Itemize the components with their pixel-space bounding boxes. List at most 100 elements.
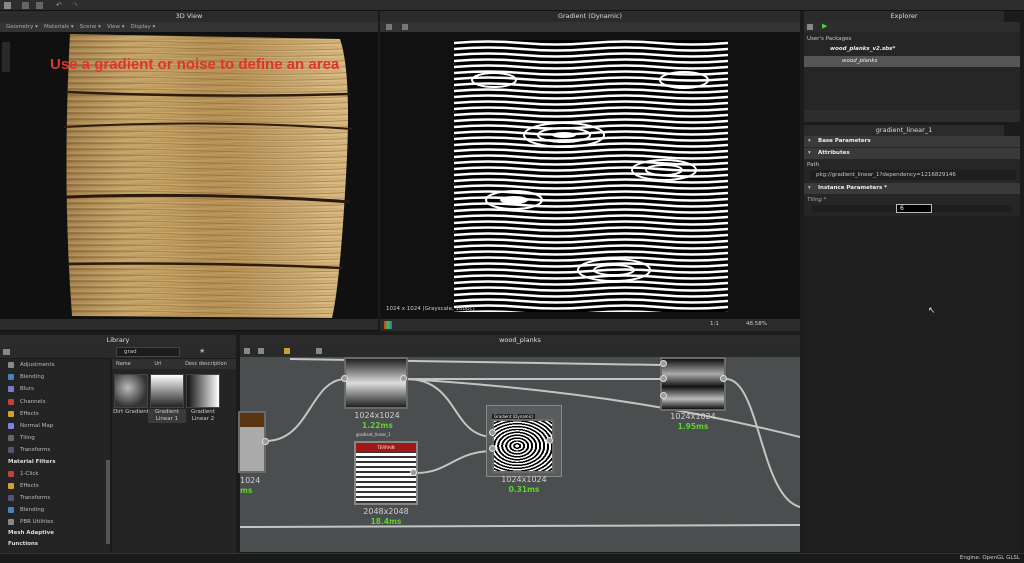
lib-filter-pbr-utilities[interactable]: PBR Utilities xyxy=(0,516,110,528)
view2d-tool-icon[interactable] xyxy=(402,24,408,30)
explorer-toolbar: ▶ xyxy=(804,22,1020,32)
graph-tool-icon[interactable] xyxy=(244,348,250,354)
tile-gradient-linear-1[interactable] xyxy=(150,374,184,408)
lib-item-transforms[interactable]: Transforms xyxy=(0,444,110,456)
menu-view[interactable]: View ▾ xyxy=(107,24,125,30)
tiling-slider[interactable]: 6 xyxy=(812,204,1012,213)
library-toolbar: grad ★ xyxy=(0,346,236,358)
tile-label: Gradient Linear 1 xyxy=(148,409,186,423)
undo-icon[interactable]: ↶ xyxy=(56,1,62,9)
one-click-icon xyxy=(8,470,14,477)
lib-item-channels[interactable]: Channels xyxy=(0,396,110,408)
node-output-port[interactable] xyxy=(720,375,727,382)
menu-scene[interactable]: Scene ▾ xyxy=(80,24,101,30)
node-output-port[interactable] xyxy=(262,438,269,445)
view3d-tools xyxy=(2,42,10,72)
tiling-value: 6 xyxy=(900,205,904,212)
node-gradient-dynamic[interactable] xyxy=(492,419,554,473)
mouse-cursor-icon: ↖ xyxy=(928,306,936,316)
favorite-star-icon[interactable]: ★ xyxy=(199,347,205,355)
node-size: 1024 xyxy=(240,476,261,485)
lib-item-tiling[interactable]: Tiling xyxy=(0,432,110,444)
graph-canvas[interactable]: 1024x1024 1.22ms 1024x1024 1.95ms 1024 m… xyxy=(238,357,800,552)
graph-tool-icon[interactable] xyxy=(316,348,322,354)
col-desc[interactable]: Desc description xyxy=(185,361,227,367)
lib-item-blurs[interactable]: Blurs xyxy=(0,383,110,395)
library-scrollbar[interactable] xyxy=(106,460,110,544)
lib-item-effects[interactable]: Effects xyxy=(0,408,110,420)
lib-section-mesh-adaptive[interactable]: Mesh Adaptive xyxy=(0,528,110,539)
node-input-port[interactable] xyxy=(660,375,667,382)
menu-display[interactable]: Display ▾ xyxy=(131,24,156,30)
node-header-bar: TERRAIN xyxy=(356,443,416,452)
node-input-port[interactable] xyxy=(660,360,667,367)
play-icon[interactable]: ▶ xyxy=(822,22,827,30)
lib-filter-effects[interactable]: Effects xyxy=(0,480,110,492)
lib-section-functions[interactable]: Functions xyxy=(0,539,110,550)
lib-item-normal-map[interactable]: Normal Map xyxy=(0,420,110,432)
lib-filter-transforms[interactable]: Transforms xyxy=(0,492,110,504)
new-package-icon[interactable] xyxy=(807,24,813,30)
status-bar: Engine: OpenGL GLSL xyxy=(0,553,1024,563)
node-right[interactable] xyxy=(660,357,726,411)
menu-geometry[interactable]: Geometry ▾ xyxy=(6,24,38,30)
view3d-statusbar xyxy=(0,319,378,331)
graph-item-row[interactable] xyxy=(804,56,1020,67)
library-home-icon[interactable] xyxy=(3,349,10,355)
node-input-port[interactable] xyxy=(341,375,348,382)
view2d-title: Gradient (Dynamic) xyxy=(380,11,800,22)
package-item[interactable]: wood_planks_v2.sbs* xyxy=(830,46,895,52)
node-input-port[interactable] xyxy=(489,429,496,436)
graph-tool-icon[interactable] xyxy=(284,348,290,354)
node-output-port[interactable] xyxy=(546,437,553,444)
pbr-utilities-icon xyxy=(8,519,14,526)
channel-rgb-icon[interactable] xyxy=(384,321,392,329)
wood-plank-mesh xyxy=(63,34,353,318)
tiling-label: Tiling * xyxy=(807,197,827,203)
lib-item-blending[interactable]: Blending xyxy=(0,371,110,383)
blending-icon xyxy=(8,507,14,514)
attributes-header[interactable]: Attributes xyxy=(804,148,1020,159)
main-toolbar: ↶ ↷ xyxy=(0,0,1024,11)
graph-tool-icon[interactable] xyxy=(258,348,264,354)
params-title: gradient_linear_1 xyxy=(804,125,1004,136)
tile-label: Dirt Gradient xyxy=(113,409,149,415)
transforms-icon xyxy=(8,447,14,454)
menu-materials[interactable]: Materials ▾ xyxy=(44,24,74,30)
app-icon[interactable] xyxy=(4,2,11,9)
base-parameters-header[interactable]: Base Parameters xyxy=(804,136,1020,147)
view2d-ratio[interactable]: 1:1 xyxy=(710,321,719,327)
effects-icon xyxy=(8,482,14,489)
graph-item[interactable]: wood_planks xyxy=(842,58,877,64)
view2d-statusbar: 1:1 48.58% xyxy=(380,319,800,331)
lib-item-adjustments[interactable]: Adjustments xyxy=(0,359,110,371)
lib-filter-blending[interactable]: Blending xyxy=(0,504,110,516)
node-output-port[interactable] xyxy=(400,375,407,382)
lib-section-material-filters[interactable]: Material Filters xyxy=(0,457,110,468)
view3d-viewport[interactable]: Use a gradient or noise to define an are… xyxy=(0,32,378,319)
tile-label: Gradient Linear 2 xyxy=(191,409,215,422)
node-output-port[interactable] xyxy=(410,469,417,476)
instance-parameters-header[interactable]: Instance Parameters * xyxy=(804,183,1020,194)
params-panel: Base Parameters Attributes Path pkg://gr… xyxy=(804,136,1020,216)
zoom-level[interactable]: 48.58% xyxy=(746,321,767,327)
node-blurred[interactable] xyxy=(344,357,408,409)
col-name[interactable]: Name xyxy=(116,361,131,367)
open-icon[interactable] xyxy=(36,2,43,9)
new-icon[interactable] xyxy=(22,2,29,9)
redo-icon[interactable]: ↷ xyxy=(72,1,78,9)
view3d-menu: Geometry ▾ Materials ▾ Scene ▾ View ▾ Displa… xyxy=(0,22,378,32)
view2d-viewport[interactable]: 1024 x 1024 (Grayscale, 16bpc) xyxy=(380,32,800,319)
explorer-panel: ▶ User's Packages wood_planks_v2.sbs* wo… xyxy=(804,22,1020,122)
tile-gradient-linear-2[interactable] xyxy=(186,374,220,408)
params-empty-area xyxy=(804,216,1020,552)
tiling-input[interactable]: 6 xyxy=(896,204,932,213)
col-url[interactable]: Url xyxy=(154,361,161,367)
node-input-port[interactable] xyxy=(489,445,496,452)
path-value[interactable]: pkg://gradient_linear_1?dependency=12168… xyxy=(810,170,1016,180)
view2d-toolbar xyxy=(380,22,800,32)
view2d-tool-icon[interactable] xyxy=(386,24,392,30)
tile-dirt-gradient[interactable] xyxy=(114,374,148,408)
node-input-port[interactable] xyxy=(660,392,667,399)
lib-filter-1-click[interactable]: 1-Click xyxy=(0,468,110,480)
